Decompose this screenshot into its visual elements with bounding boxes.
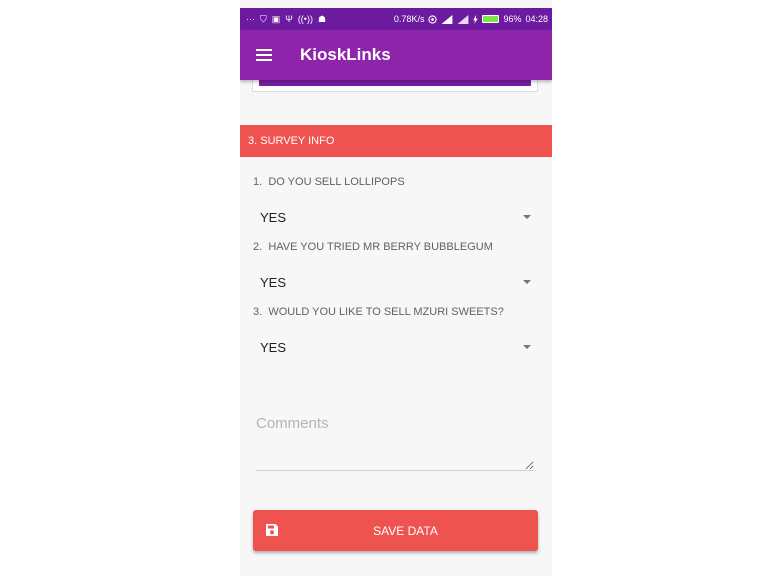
question-3-label: 3. WOULD YOU LIKE TO SELL MZURI SWEETS? <box>253 306 504 318</box>
dropdown-arrow-icon <box>523 280 531 284</box>
dropdown-arrow-icon <box>523 345 531 349</box>
image-icon: ▣ <box>271 13 281 24</box>
network-speed: 0.78K/s <box>393 14 425 24</box>
hamburger-menu-icon[interactable] <box>256 46 272 64</box>
question-2-label: 2. HAVE YOU TRIED MR BERRY BUBBLEGUM <box>253 241 493 253</box>
hotspot-icon: ((•)) <box>297 13 313 24</box>
app-bar: KioskLinks <box>240 30 552 80</box>
battery-level: 96% <box>503 14 522 24</box>
save-button-label: SAVE DATA <box>373 523 438 538</box>
phone-screen: ··· ⛉ ▣ Ψ ((•)) ☗ 0.78K/s 96% 04:28 Kios… <box>240 0 552 576</box>
nfc-icon <box>428 14 438 24</box>
signal-4g-icon <box>458 14 469 24</box>
section-title: 3. SURVEY INFO <box>248 135 335 147</box>
shield-icon: ⛉ <box>260 13 267 24</box>
question-2-dropdown[interactable]: YES <box>260 271 538 293</box>
dropdown-value: YES <box>260 209 287 225</box>
dropdown-arrow-icon <box>523 215 531 219</box>
save-data-button[interactable]: SAVE DATA <box>253 510 538 551</box>
clock: 04:28 <box>525 14 548 24</box>
survey-info-header: 3. SURVEY INFO <box>240 125 552 157</box>
more-dots-icon: ··· <box>246 13 255 24</box>
question-1-dropdown[interactable]: YES <box>260 206 538 228</box>
battery-icon <box>482 15 500 23</box>
signal-icon <box>442 14 453 24</box>
comments-field[interactable] <box>256 415 534 471</box>
charging-icon <box>473 14 479 24</box>
previous-card-bar <box>259 80 531 86</box>
status-icons-left: ··· ⛉ ▣ Ψ ((•)) ☗ <box>246 13 327 24</box>
question-3-dropdown[interactable]: YES <box>260 336 538 358</box>
question-text: HAVE YOU TRIED MR BERRY BUBBLEGUM <box>268 241 493 253</box>
question-number: 1. <box>253 176 263 188</box>
app-title: KioskLinks <box>300 45 391 64</box>
previous-card-bottom <box>252 80 538 92</box>
question-1-label: 1. DO YOU SELL LOLLIPOPS <box>253 176 405 188</box>
status-bar: ··· ⛉ ▣ Ψ ((•)) ☗ 0.78K/s 96% 04:28 <box>240 8 552 30</box>
question-text: DO YOU SELL LOLLIPOPS <box>268 176 405 188</box>
question-number: 3. <box>253 306 263 318</box>
usb-icon: Ψ <box>285 13 293 24</box>
question-text: WOULD YOU LIKE TO SELL MZURI SWEETS? <box>268 306 504 318</box>
status-icons-right: 0.78K/s 96% 04:28 <box>394 14 548 24</box>
dropdown-value: YES <box>260 339 287 355</box>
question-number: 2. <box>253 241 263 253</box>
battery-fill <box>483 16 498 22</box>
android-icon: ☗ <box>317 13 327 24</box>
dropdown-value: YES <box>260 274 287 290</box>
